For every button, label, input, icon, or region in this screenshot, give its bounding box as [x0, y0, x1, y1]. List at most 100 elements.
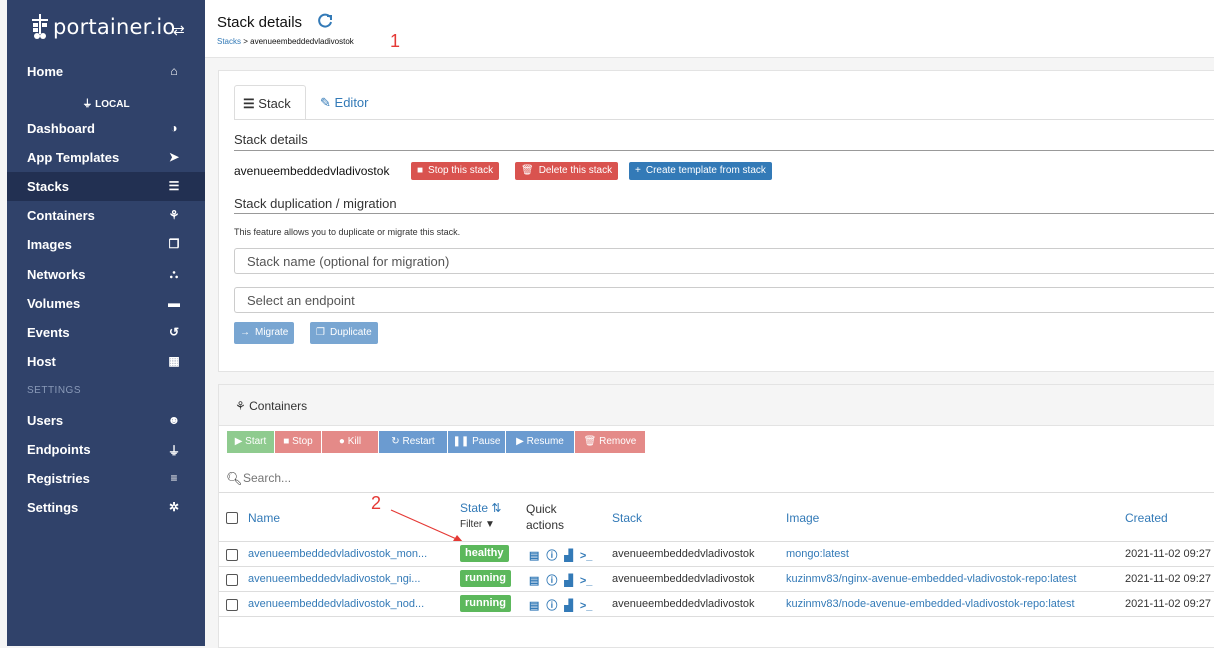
button-label: Kill — [347, 436, 362, 447]
section-divider — [234, 213, 1214, 214]
sidebar-item-endpoints[interactable]: Endpoints ⏚ — [7, 435, 205, 464]
image-link[interactable]: kuzinmv83/node-avenue-embedded-vladivost… — [786, 598, 1075, 610]
tab-editor[interactable]: ✎ Editor — [314, 85, 384, 119]
stats-icon[interactable]: ▟ — [564, 575, 572, 587]
refresh-icon: ↻ — [391, 436, 400, 447]
cubes-icon: ⚘ — [235, 399, 246, 413]
image-link[interactable]: kuzinmv83/nginx-avenue-embedded-vladivos… — [786, 573, 1076, 585]
sidebar-toggle-icon[interactable]: ⇄ — [173, 22, 185, 39]
sidebar-item-label: Home — [27, 64, 64, 79]
resume-button[interactable]: ▶ Resume — [506, 431, 574, 453]
sidebar-item-settings[interactable]: Settings ✲ — [7, 493, 205, 522]
sidebar-item-label: Settings — [27, 500, 79, 515]
row-checkbox[interactable] — [226, 549, 238, 561]
panel-title: Containers — [249, 399, 308, 413]
tab-stack[interactable]: ☰ Stack — [234, 85, 306, 120]
sidebar-item-stacks[interactable]: Stacks ☰ — [7, 172, 205, 201]
table-bottom-border — [219, 616, 1214, 617]
sidebar-item-label: Host — [27, 354, 56, 369]
file-icon[interactable]: ▤ — [529, 600, 539, 612]
terminal-icon[interactable]: >_ — [580, 600, 593, 612]
start-button[interactable]: ▶ Start — [227, 431, 274, 453]
stats-icon[interactable]: ▟ — [564, 550, 572, 562]
sidebar-item-events[interactable]: Events ↺ — [7, 318, 205, 347]
container-name-link[interactable]: avenueembeddedvladivostok_ngi... — [248, 573, 420, 585]
info-icon[interactable]: ⓘ — [546, 575, 557, 587]
delete-stack-button[interactable]: 🗑 Delete this stack — [515, 162, 619, 180]
sidebar-item-host[interactable]: Host ▦ — [7, 347, 205, 376]
sidebar-item-dashboard[interactable]: Dashboard ◑ — [7, 114, 205, 143]
column-label: Quick — [526, 502, 557, 516]
settings-section-label: SETTINGS — [27, 385, 82, 396]
image-link[interactable]: mongo:latest — [786, 548, 849, 560]
terminal-icon[interactable]: >_ — [580, 550, 593, 562]
environment-label: ⏚ LOCAL — [7, 95, 205, 110]
sidebar-item-volumes[interactable]: Volumes ▬ — [7, 289, 205, 318]
column-stack[interactable]: Stack — [612, 511, 642, 525]
plug-icon: ⏚ — [167, 444, 180, 458]
stack-name-input[interactable]: Stack name (optional for migration) — [234, 248, 1214, 274]
info-icon[interactable]: ⓘ — [546, 550, 557, 562]
portainer-logo-icon — [32, 14, 48, 39]
row-checkbox[interactable] — [226, 599, 238, 611]
status-badge: healthy — [460, 545, 509, 562]
stop-icon: ■ — [417, 165, 424, 176]
column-created[interactable]: Created — [1125, 511, 1168, 525]
sidebar-item-users[interactable]: Users ☻ — [7, 406, 205, 435]
button-label: Migrate — [255, 327, 289, 338]
stack-details-title: Stack details — [234, 132, 308, 147]
stack-panel: ☰ Stack ✎ Editor Stack details avenueemb… — [218, 70, 1214, 372]
sidebar-item-registries[interactable]: Registries ≡ — [7, 464, 205, 493]
brand[interactable]: portainer.io ⇄ — [7, 0, 205, 57]
container-name-link[interactable]: avenueembeddedvladivostok_mon... — [248, 548, 427, 560]
tab-divider — [234, 119, 1214, 120]
button-label: Remove — [599, 436, 637, 447]
filter-icon: ▼ — [485, 519, 495, 530]
containers-panel: ⚘ Containers ▶ Start ■ Stop ● Kill ↻ Res… — [218, 384, 1214, 648]
stop-button[interactable]: ■ Stop — [275, 431, 321, 453]
terminal-icon[interactable]: >_ — [580, 575, 593, 587]
sidebar-item-images[interactable]: Images ❐ — [7, 230, 205, 259]
clone-icon: ❐ — [316, 327, 325, 338]
stop-stack-button[interactable]: ■ Stop this stack — [411, 162, 500, 180]
endpoint-select[interactable]: Select an endpoint — [234, 287, 1214, 313]
row-checkbox[interactable] — [226, 574, 238, 586]
sidebar-item-containers[interactable]: Containers ⚘ — [7, 201, 205, 230]
search-input[interactable] — [243, 471, 543, 485]
column-quick-actions: Quick actions — [526, 501, 564, 533]
column-state[interactable]: State ⇅ — [460, 501, 501, 515]
refresh-icon[interactable] — [317, 13, 333, 29]
plug-icon: ⏚ — [82, 99, 93, 110]
migrate-button[interactable]: → Migrate — [234, 322, 295, 344]
select-all-checkbox[interactable] — [226, 512, 238, 524]
table-row: avenueembeddedvladivostok_nod... running… — [219, 591, 1214, 616]
file-icon[interactable]: ▤ — [529, 575, 539, 587]
cubes-icon: ⚘ — [168, 208, 180, 222]
sidebar-item-home[interactable]: Home ⌂ — [7, 57, 205, 86]
restart-button[interactable]: ↻ Restart — [379, 431, 447, 453]
breadcrumb-link-stacks[interactable]: Stacks — [217, 37, 241, 46]
th-list-icon: ☰ — [168, 179, 180, 193]
column-image[interactable]: Image — [786, 511, 819, 525]
sidebar-item-label: Registries — [27, 471, 90, 486]
sidebar-item-label: App Templates — [27, 150, 120, 165]
panel-heading: ⚘ Containers — [219, 385, 1214, 426]
created-cell: 2021-11-02 09:27 — [1125, 548, 1212, 560]
container-name-link[interactable]: avenueembeddedvladivostok_nod... — [248, 598, 424, 610]
button-label: Duplicate — [329, 327, 372, 338]
column-name[interactable]: Name — [248, 511, 280, 525]
stats-icon[interactable]: ▟ — [564, 600, 572, 612]
sidebar-item-app-templates[interactable]: App Templates ➤ — [7, 143, 205, 172]
info-icon[interactable]: ⓘ — [546, 600, 557, 612]
play-icon: ▶ — [234, 436, 243, 447]
cogs-icon: ✲ — [168, 500, 180, 514]
pause-button[interactable]: ❚❚ Pause — [448, 431, 505, 453]
file-icon[interactable]: ▤ — [529, 550, 539, 562]
remove-button[interactable]: 🗑 Remove — [575, 431, 645, 453]
create-template-button[interactable]: + Create template from stack — [629, 162, 772, 180]
sidebar-item-networks[interactable]: Networks ⛬ — [7, 260, 205, 289]
kill-button[interactable]: ● Kill — [322, 431, 378, 453]
duplicate-button[interactable]: ❐ Duplicate — [310, 322, 378, 344]
state-filter[interactable]: Filter ▼ — [460, 519, 495, 530]
quick-actions: ▤ ⓘ ▟ >_ — [529, 597, 599, 613]
